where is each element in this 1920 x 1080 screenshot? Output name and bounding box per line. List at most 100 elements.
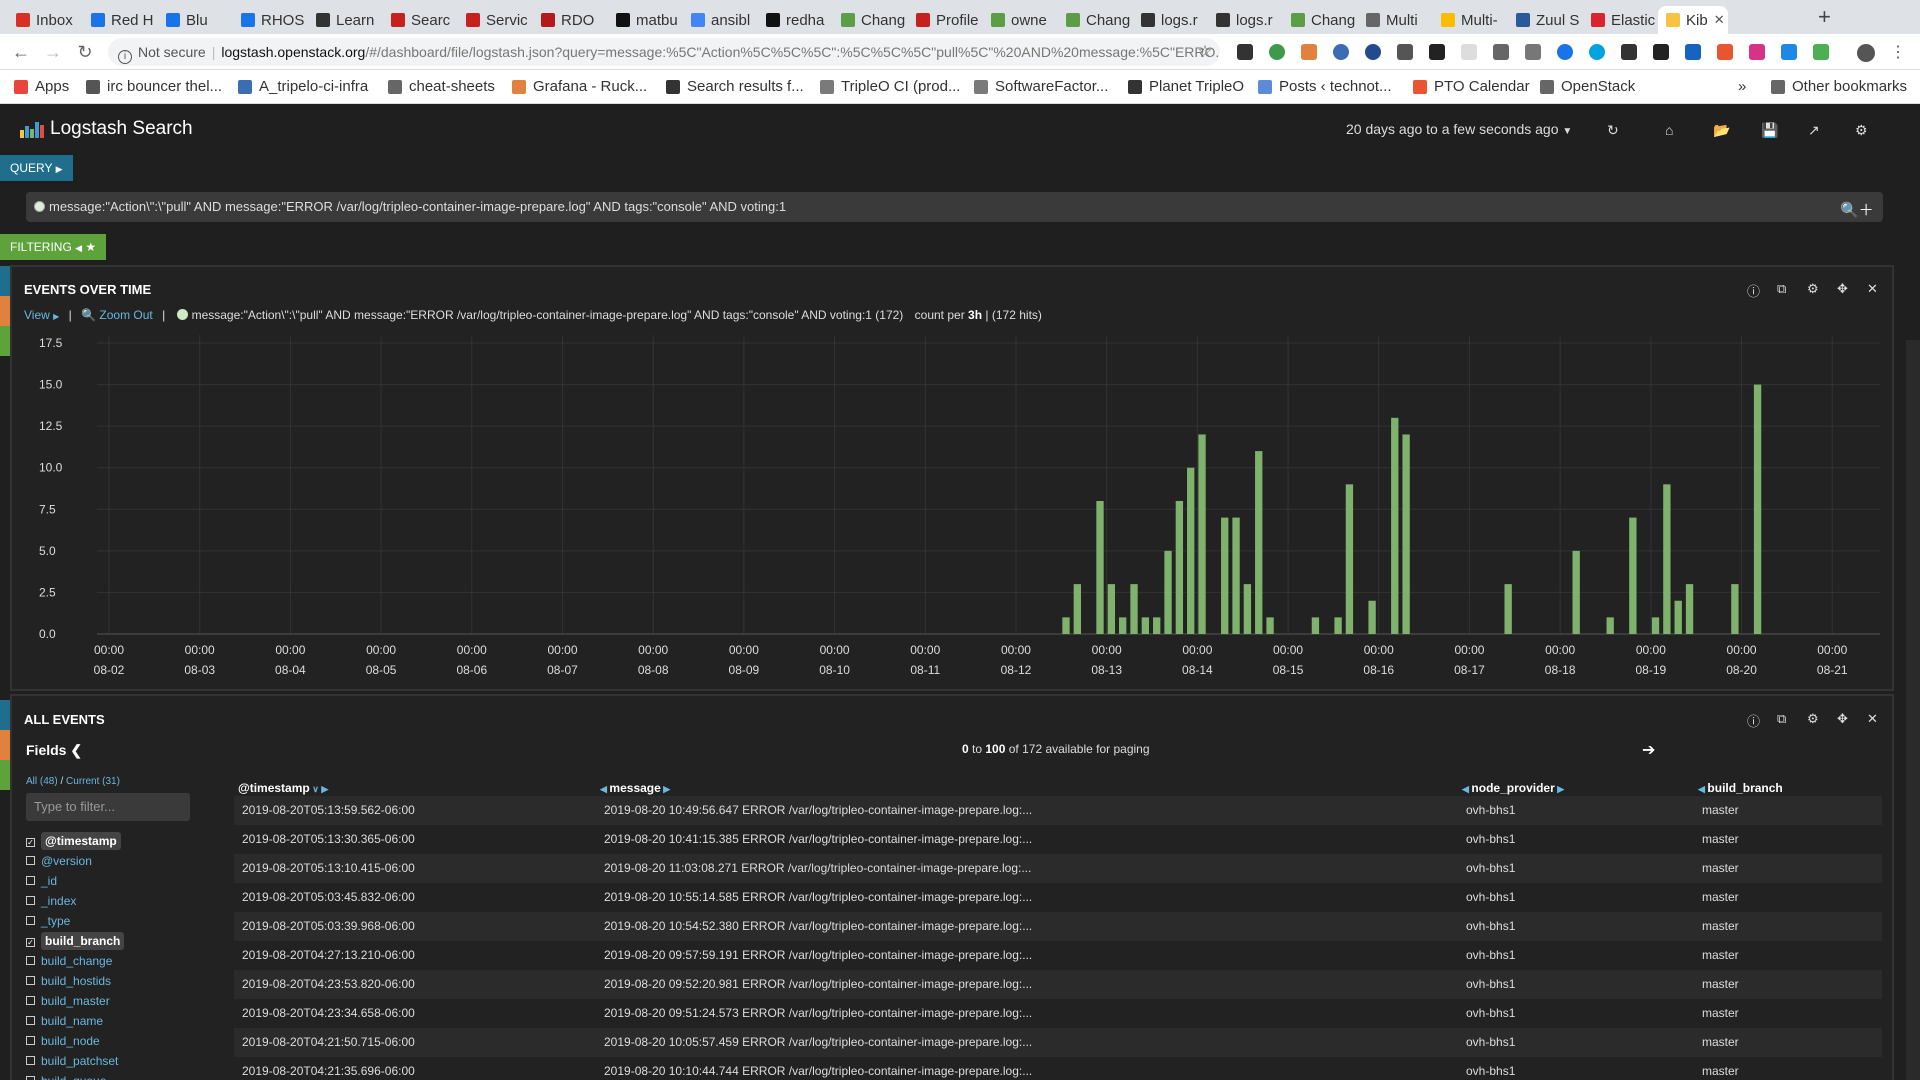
bookmark-item[interactable]: Planet TripleO bbox=[1128, 78, 1244, 95]
field-item[interactable]: @version bbox=[26, 854, 92, 868]
histogram-bar[interactable] bbox=[1311, 617, 1320, 634]
bookmark-item[interactable]: irc bouncer thel... bbox=[86, 78, 222, 95]
field-checkbox[interactable] bbox=[26, 976, 35, 985]
bookmark-star-icon[interactable]: ☆ bbox=[1193, 40, 1217, 64]
field-item[interactable]: build_patchset bbox=[26, 1054, 118, 1068]
histogram-bar[interactable] bbox=[1164, 550, 1172, 634]
extension-icon[interactable] bbox=[1333, 44, 1349, 60]
move-right-icon[interactable]: ▶ bbox=[1555, 784, 1564, 794]
field-item[interactable]: build_hostids bbox=[26, 974, 111, 988]
time-range-picker[interactable]: 20 days ago to a few seconds ago ▼ bbox=[1346, 121, 1572, 137]
query-input[interactable]: message:"Action\":\"pull" AND message:"E… bbox=[26, 192, 1883, 222]
browser-tab[interactable]: Multi- bbox=[1433, 6, 1505, 34]
panel-settings-icon[interactable]: ⚙ bbox=[1807, 711, 1819, 727]
new-tab-button[interactable]: + bbox=[1818, 4, 1831, 30]
browser-tab[interactable]: Zuul S bbox=[1508, 6, 1580, 34]
other-bookmarks[interactable]: Other bookmarks bbox=[1771, 78, 1907, 95]
home-icon[interactable]: ⌂ bbox=[1665, 122, 1673, 138]
extension-icon[interactable] bbox=[1813, 44, 1829, 60]
move-left-icon[interactable]: ◀ bbox=[1698, 784, 1707, 794]
field-checkbox[interactable]: ✓ bbox=[26, 838, 35, 847]
browser-tab[interactable]: redha bbox=[758, 6, 830, 34]
histogram-bar[interactable] bbox=[1130, 584, 1138, 634]
current-fields-link[interactable]: Current (31) bbox=[66, 776, 120, 787]
browser-tab[interactable]: Servic bbox=[458, 6, 530, 34]
histogram-bar[interactable] bbox=[1141, 617, 1150, 634]
sort-desc-icon[interactable]: ∨ bbox=[310, 784, 319, 794]
settings-gear-icon[interactable]: ⚙ bbox=[1855, 122, 1868, 139]
histogram-bar[interactable] bbox=[1232, 517, 1240, 634]
bookmark-item[interactable]: PTO Calendar bbox=[1413, 78, 1530, 95]
histogram-bar[interactable] bbox=[1221, 517, 1229, 634]
browser-tab[interactable]: Red H bbox=[83, 6, 155, 34]
histogram-bar[interactable] bbox=[1685, 584, 1694, 634]
table-row[interactable]: 2019-08-20T04:21:50.715-06:00 2019-08-20 … bbox=[234, 1028, 1882, 1057]
copy-icon[interactable]: ⧉ bbox=[1777, 711, 1786, 727]
browser-tab[interactable]: Inbox bbox=[8, 6, 80, 34]
histogram-bar[interactable] bbox=[1368, 600, 1376, 634]
histogram-bar[interactable] bbox=[1504, 584, 1512, 634]
browser-tab[interactable]: Searc bbox=[383, 6, 455, 34]
histogram-bar[interactable] bbox=[1753, 384, 1762, 634]
browser-tab[interactable]: logs.r bbox=[1208, 6, 1280, 34]
extension-icon[interactable] bbox=[1781, 44, 1797, 60]
histogram-bar[interactable] bbox=[1572, 550, 1580, 634]
field-checkbox[interactable] bbox=[26, 1036, 35, 1045]
extension-icon[interactable] bbox=[1589, 44, 1605, 60]
folder-open-icon[interactable]: 📂 bbox=[1713, 122, 1730, 139]
column-header[interactable]: @timestamp ∨ ▶ bbox=[238, 781, 328, 795]
browser-tab[interactable]: Kib ✕ bbox=[1658, 6, 1728, 34]
field-item[interactable]: build_master bbox=[26, 994, 110, 1008]
browser-tab[interactable]: matbu bbox=[608, 6, 680, 34]
table-row[interactable]: 2019-08-20T05:03:39.968-06:00 2019-08-20 … bbox=[234, 912, 1882, 941]
info-icon[interactable]: i bbox=[118, 50, 132, 64]
field-checkbox[interactable]: ✓ bbox=[26, 938, 35, 947]
extension-icon[interactable] bbox=[1621, 44, 1637, 60]
move-right-icon[interactable]: ▶ bbox=[319, 784, 328, 794]
move-right-icon[interactable]: ▶ bbox=[661, 784, 670, 794]
field-item[interactable]: _id bbox=[26, 874, 57, 888]
bookmark-item[interactable]: Grafana - Ruck... bbox=[512, 78, 647, 95]
back-icon[interactable]: ← bbox=[9, 40, 33, 64]
histogram-bar[interactable] bbox=[1402, 434, 1410, 634]
search-add-icon[interactable]: 🔍＋ bbox=[1840, 199, 1874, 220]
extension-icon[interactable] bbox=[1525, 44, 1541, 60]
histogram-bar[interactable] bbox=[1153, 617, 1161, 634]
bookmark-item[interactable]: Posts ‹ technot... bbox=[1258, 78, 1392, 95]
histogram-bar[interactable] bbox=[1255, 451, 1263, 634]
table-row[interactable]: 2019-08-20T04:27:13.210-06:00 2019-08-20 … bbox=[234, 941, 1882, 970]
extension-icon[interactable] bbox=[1397, 44, 1413, 60]
move-left-icon[interactable]: ◀ bbox=[600, 784, 609, 794]
field-checkbox[interactable] bbox=[26, 1016, 35, 1025]
browser-tab[interactable]: logs.r bbox=[1133, 6, 1205, 34]
histogram-bar[interactable] bbox=[1107, 584, 1116, 634]
query-color-dot[interactable] bbox=[34, 201, 45, 212]
all-fields-link[interactable]: All (48) bbox=[26, 776, 58, 787]
histogram-bar[interactable] bbox=[1175, 500, 1184, 634]
bookmark-item[interactable]: Search results f... bbox=[666, 78, 804, 95]
field-item[interactable]: _index bbox=[26, 894, 76, 908]
close-tab-icon[interactable]: ✕ bbox=[1714, 12, 1725, 28]
field-checkbox[interactable] bbox=[26, 896, 35, 905]
browser-tab[interactable]: RHOS bbox=[233, 6, 305, 34]
histogram-bar[interactable] bbox=[1606, 617, 1614, 634]
extension-icon[interactable] bbox=[1429, 44, 1445, 60]
field-checkbox[interactable] bbox=[26, 1076, 35, 1080]
menu-kebab-icon[interactable]: ⋮ bbox=[1890, 42, 1906, 62]
extension-icon[interactable] bbox=[1717, 44, 1733, 60]
extension-icon[interactable] bbox=[1749, 44, 1765, 60]
field-checkbox[interactable] bbox=[26, 956, 35, 965]
bookmarks-more-icon[interactable]: » bbox=[1738, 78, 1746, 95]
column-header[interactable]: ◀ build_branch bbox=[1698, 781, 1783, 795]
histogram-bar[interactable] bbox=[1096, 500, 1104, 634]
field-checkbox[interactable] bbox=[26, 876, 35, 885]
extension-icon[interactable] bbox=[1557, 44, 1573, 60]
histogram-bar[interactable] bbox=[1674, 600, 1682, 634]
histogram-bar[interactable] bbox=[1062, 617, 1070, 634]
field-checkbox[interactable] bbox=[26, 996, 35, 1005]
histogram-bar[interactable] bbox=[1391, 417, 1399, 634]
table-row[interactable]: 2019-08-20T04:23:34.658-06:00 2019-08-20 … bbox=[234, 999, 1882, 1028]
histogram-bar[interactable] bbox=[1187, 467, 1195, 634]
page-scrollbar[interactable] bbox=[1906, 340, 1920, 1080]
filtering-toggle-tab[interactable]: FILTERING ◀ ★ bbox=[0, 234, 107, 260]
